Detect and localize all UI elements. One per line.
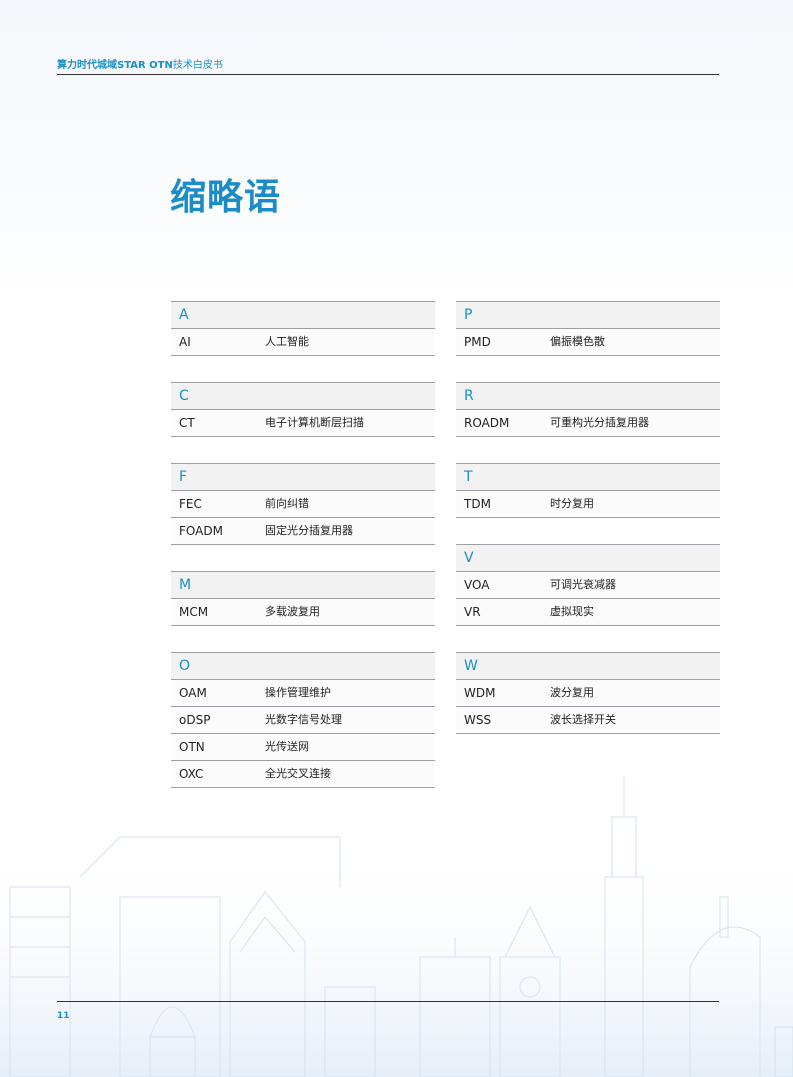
glossary-letter-header: A (171, 301, 435, 329)
abbreviation-meaning: 波分复用 (550, 686, 594, 699)
abbreviation-meaning: 固定光分插复用器 (265, 524, 353, 537)
abbreviation: AI (179, 335, 191, 349)
glossary-row: FEC 前向纠错 (171, 491, 435, 518)
glossary-letter-header: V (456, 544, 720, 572)
abbreviation-meaning: 偏振模色散 (550, 335, 605, 348)
abbreviation-meaning: 操作管理维护 (265, 686, 331, 699)
page-title: 缩略语 (170, 177, 282, 218)
glossary-group-o: O OAM 操作管理维护 oDSP 光数字信号处理 OTN 光传送网 OXC 全光交叉连接 (171, 652, 435, 788)
glossary-letter-header: T (456, 463, 720, 491)
abbreviation: VOA (464, 578, 490, 592)
glossary-row: FOADM 固定光分插复用器 (171, 518, 435, 545)
abbreviation-meaning: 可重构光分插复用器 (550, 416, 649, 429)
abbreviation-meaning: 多载波复用 (265, 605, 320, 618)
glossary-group-c: C CT 电子计算机断层扫描 (171, 382, 435, 437)
glossary-row: OTN 光传送网 (171, 734, 435, 761)
glossary-row: OXC 全光交叉连接 (171, 761, 435, 788)
glossary-letter-header: F (171, 463, 435, 491)
abbreviation: OTN (179, 740, 205, 754)
glossary-row: PMD 偏振模色散 (456, 329, 720, 356)
footer-divider (57, 1001, 719, 1002)
abbreviation: FEC (179, 497, 202, 511)
glossary-letter-header: P (456, 301, 720, 329)
header-title-bold: 算力时代城域STAR OTN (57, 60, 173, 71)
glossary-row: ROADM 可重构光分插复用器 (456, 410, 720, 437)
glossary-column-right: P PMD 偏振模色散 R ROADM 可重构光分插复用器 T TDM 时分复用 V VOA 可调光衰… (456, 301, 720, 760)
glossary-group-w: W WDM 波分复用 WSS 波长选择开关 (456, 652, 720, 734)
abbreviation: VR (464, 605, 481, 619)
glossary-row: TDM 时分复用 (456, 491, 720, 518)
glossary-group-r: R ROADM 可重构光分插复用器 (456, 382, 720, 437)
abbreviation-meaning: 可调光衰减器 (550, 578, 616, 591)
glossary-group-f: F FEC 前向纠错 FOADM 固定光分插复用器 (171, 463, 435, 545)
abbreviation: oDSP (179, 713, 211, 727)
glossary-row: AI 人工智能 (171, 329, 435, 356)
glossary-group-v: V VOA 可调光衰减器 VR 虚拟现实 (456, 544, 720, 626)
page-number: 11 (57, 1011, 70, 1021)
top-background-tint (0, 0, 793, 300)
abbreviation-meaning: 人工智能 (265, 335, 309, 348)
abbreviation: FOADM (179, 524, 223, 538)
abbreviation: OAM (179, 686, 207, 700)
glossary-letter-header: M (171, 571, 435, 599)
glossary-group-p: P PMD 偏振模色散 (456, 301, 720, 356)
glossary-column-left: A AI 人工智能 C CT 电子计算机断层扫描 F FEC 前向纠错 FOADM 固定光分插复用器… (171, 301, 435, 814)
glossary-row: VOA 可调光衰减器 (456, 572, 720, 599)
glossary-row: WSS 波长选择开关 (456, 707, 720, 734)
glossary-row: VR 虚拟现实 (456, 599, 720, 626)
glossary-row: WDM 波分复用 (456, 680, 720, 707)
glossary-letter-header: R (456, 382, 720, 410)
glossary-group-m: M MCM 多载波复用 (171, 571, 435, 626)
abbreviation-meaning: 时分复用 (550, 497, 594, 510)
abbreviation: ROADM (464, 416, 510, 430)
abbreviation-meaning: 电子计算机断层扫描 (265, 416, 364, 429)
header-divider (57, 74, 719, 75)
glossary-row: CT 电子计算机断层扫描 (171, 410, 435, 437)
document-header-title: 算力时代城域STAR OTN技术白皮书 (57, 56, 223, 71)
abbreviation: WDM (464, 686, 496, 700)
abbreviation: WSS (464, 713, 492, 727)
abbreviation-meaning: 全光交叉连接 (265, 767, 331, 780)
glossary-group-t: T TDM 时分复用 (456, 463, 720, 518)
header-title-rest: 技术白皮书 (172, 60, 223, 71)
city-skyline-illustration (0, 777, 793, 1077)
abbreviation-meaning: 光数字信号处理 (265, 713, 342, 726)
abbreviation-meaning: 前向纠错 (265, 497, 309, 510)
glossary-group-a: A AI 人工智能 (171, 301, 435, 356)
abbreviation-meaning: 光传送网 (265, 740, 309, 753)
abbreviation-meaning: 波长选择开关 (550, 713, 616, 726)
glossary-letter-header: O (171, 652, 435, 680)
abbreviation: CT (179, 416, 195, 430)
glossary-row: OAM 操作管理维护 (171, 680, 435, 707)
abbreviation: MCM (179, 605, 209, 619)
abbreviation-meaning: 虚拟现实 (550, 605, 594, 618)
glossary-row: oDSP 光数字信号处理 (171, 707, 435, 734)
glossary-letter-header: C (171, 382, 435, 410)
abbreviation: TDM (464, 497, 491, 511)
glossary-row: MCM 多载波复用 (171, 599, 435, 626)
glossary-letter-header: W (456, 652, 720, 680)
abbreviation: PMD (464, 335, 491, 349)
abbreviation: OXC (179, 767, 204, 781)
